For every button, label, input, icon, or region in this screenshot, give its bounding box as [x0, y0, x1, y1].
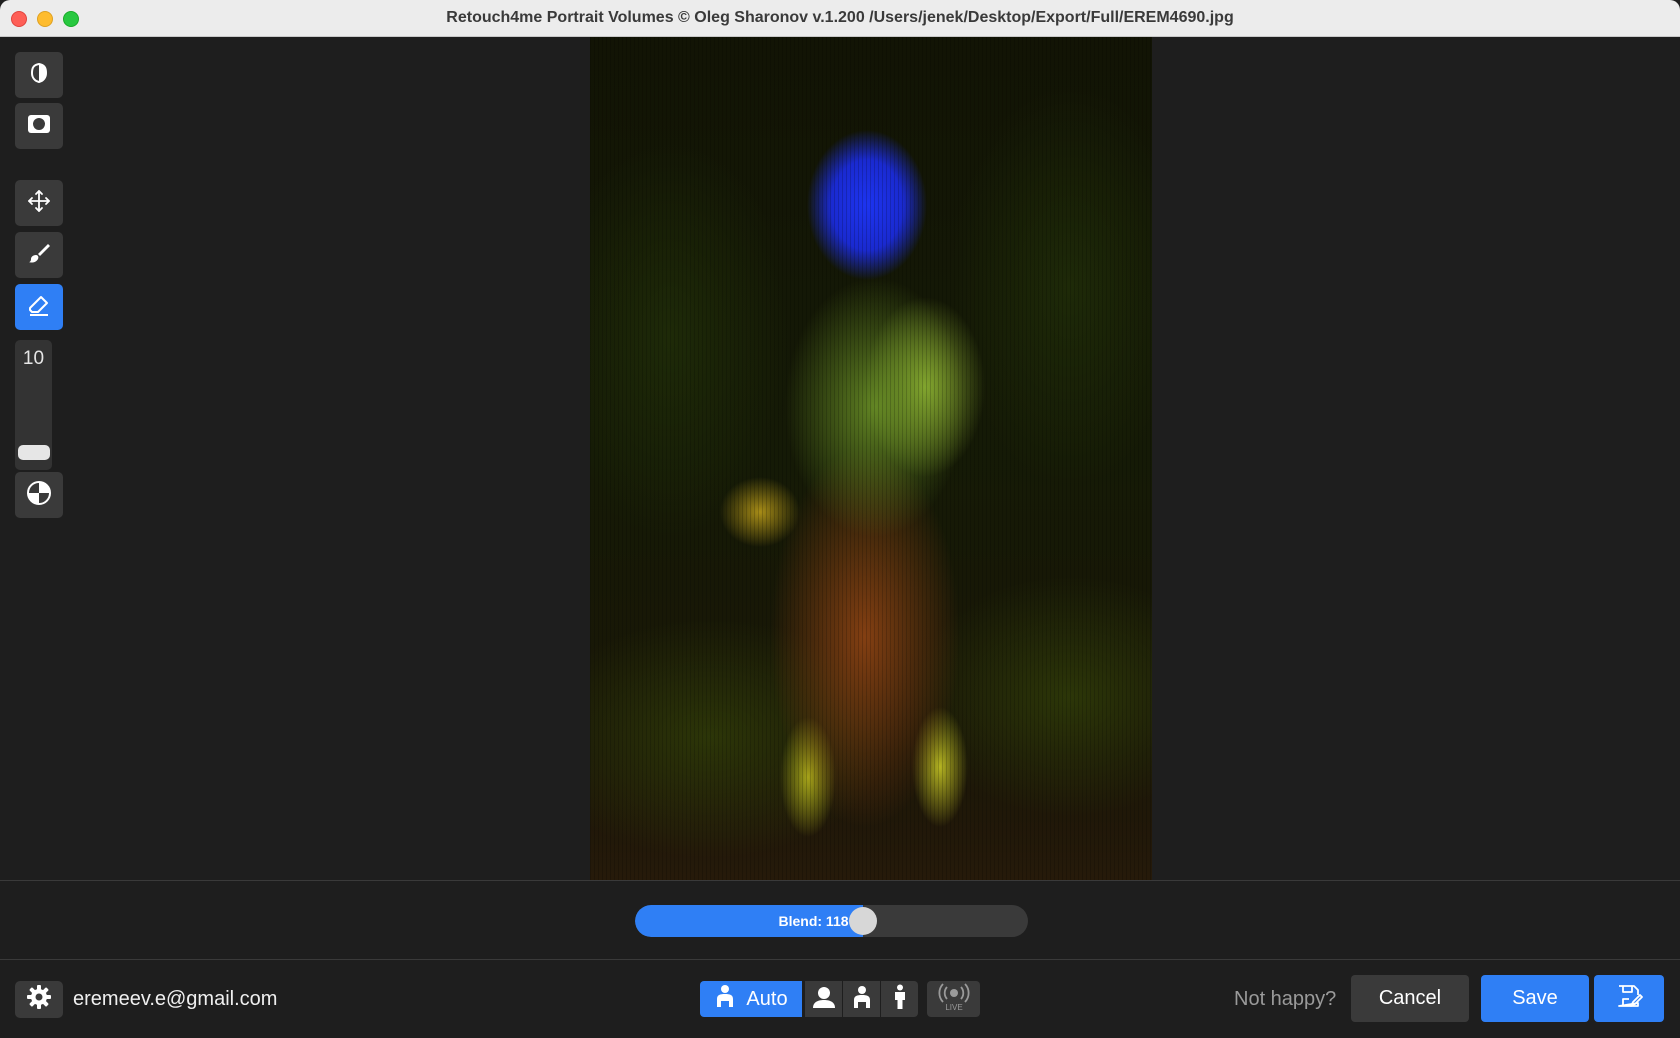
account-email: eremeev.e@gmail.com — [73, 988, 278, 1010]
svg-text:LIVE: LIVE — [945, 1003, 962, 1011]
brush-size-handle[interactable] — [18, 445, 50, 460]
save-button[interactable]: Save — [1481, 975, 1589, 1022]
window-title: Retouch4me Portrait Volumes © Oleg Sharo… — [446, 9, 1234, 26]
person-half-body-icon — [851, 985, 873, 1014]
divider — [0, 959, 1680, 960]
not-happy-label: Not happy? — [1234, 988, 1337, 1010]
brush-size-value: 10 — [22, 348, 45, 369]
save-as-button[interactable] — [1594, 975, 1664, 1022]
move-tool-button[interactable] — [15, 180, 63, 226]
live-preview-button[interactable]: LIVE — [927, 981, 980, 1017]
brush-size-slider[interactable]: 10 — [15, 340, 52, 470]
photo-preview[interactable] — [590, 37, 1152, 880]
mode-full-body-button[interactable] — [881, 981, 918, 1017]
divider — [0, 880, 1680, 881]
app-window: Retouch4me Portrait Volumes © Oleg Sharo… — [0, 0, 1680, 1038]
mode-portrait-button[interactable] — [805, 981, 842, 1017]
cancel-button[interactable]: Cancel — [1351, 975, 1469, 1022]
blend-slider-handle[interactable] — [849, 907, 877, 935]
mode-half-body-button[interactable] — [843, 981, 880, 1017]
settings-button[interactable] — [15, 981, 63, 1018]
half-shield-icon — [28, 62, 50, 89]
gear-icon — [26, 984, 52, 1015]
move-arrows-icon — [27, 189, 51, 218]
frame-tool-button[interactable] — [15, 103, 63, 149]
live-broadcast-icon: LIVE — [934, 982, 974, 1016]
person-portrait-icon — [812, 985, 836, 1014]
eraser-tool-button[interactable] — [15, 284, 63, 330]
brush-icon — [27, 241, 51, 270]
blend-label: Blend: 118 — [778, 913, 849, 929]
person-full-body-icon — [893, 984, 907, 1015]
eraser-icon — [27, 293, 51, 322]
frame-icon — [27, 114, 51, 139]
blend-slider[interactable]: Blend: 118 — [635, 905, 1028, 937]
mode-auto-button[interactable]: Auto — [700, 981, 802, 1017]
save-edit-icon — [1615, 982, 1643, 1015]
contrast-circle-icon — [26, 480, 52, 511]
volume-mask-tool-button[interactable] — [15, 52, 63, 98]
title-bar: Retouch4me Portrait Volumes © Oleg Sharo… — [0, 0, 1680, 37]
person-half-body-icon — [714, 984, 736, 1014]
mode-auto-label: Auto — [746, 987, 788, 1010]
brush-tool-button[interactable] — [15, 232, 63, 278]
compare-tool-button[interactable] — [15, 472, 63, 518]
